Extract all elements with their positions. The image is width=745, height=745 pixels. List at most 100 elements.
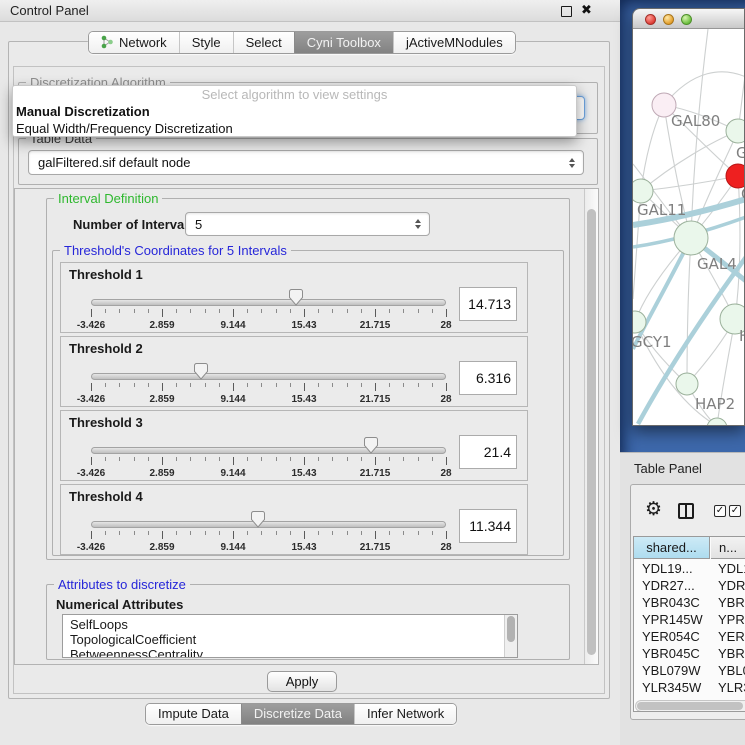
threshold-4-slider[interactable]: -3.4262.8599.14415.4321.71528 <box>91 509 446 555</box>
table-row[interactable]: YDL19...YDL1 <box>634 560 745 577</box>
network-node[interactable] <box>674 221 708 255</box>
tick-label: 2.859 <box>149 394 174 405</box>
slider-tick-labels: -3.4262.8599.14415.4321.71528 <box>91 542 446 553</box>
control-panel-titlebar: Control Panel ✖ <box>0 0 620 22</box>
apply-button[interactable]: Apply <box>267 671 337 692</box>
tab-jactivemnodules[interactable]: jActiveMNodules <box>393 32 515 53</box>
control-panel-title: Control Panel <box>10 3 89 18</box>
threshold-4-panel: Threshold 4 -3.4262.8599.14415.4321.7152… <box>60 484 528 555</box>
tick-label: 15.43 <box>291 468 316 479</box>
algorithm-option-equal-width[interactable]: Equal Width/Frequency Discretization <box>13 120 576 137</box>
checkbox-icon[interactable]: ✓ <box>714 505 726 517</box>
table-data-selected-value: galFiltered.sif default node <box>38 151 190 174</box>
tick-label: 9.144 <box>220 468 245 479</box>
threshold-4-value-field[interactable]: 11.344 <box>459 509 517 543</box>
tick-label: 21.715 <box>360 468 391 479</box>
slider-ticks <box>91 383 446 392</box>
slider-knob[interactable] <box>250 510 266 528</box>
threshold-1-value-field[interactable]: 14.713 <box>459 287 517 321</box>
checkbox-icon[interactable]: ✓ <box>729 505 741 517</box>
columns-icon[interactable] <box>678 503 694 519</box>
network-node[interactable] <box>633 179 653 203</box>
zoom-traffic-light-icon[interactable] <box>681 14 692 25</box>
table-horizontal-scrollbar[interactable] <box>635 700 745 712</box>
table-row[interactable]: YPR145WYPR1 <box>634 611 745 628</box>
table-row[interactable]: YBR043CYBR0 <box>634 594 745 611</box>
threshold-2-label: Threshold 2 <box>69 341 143 356</box>
tab-discretize-data[interactable]: Discretize Data <box>241 704 354 724</box>
tab-select[interactable]: Select <box>233 32 294 53</box>
interval-definition-title: Interval Definition <box>54 191 162 206</box>
threshold-3-slider[interactable]: -3.4262.8599.14415.4321.71528 <box>91 435 446 481</box>
slider-knob[interactable] <box>363 436 379 454</box>
scrollbar-thumb[interactable] <box>507 616 515 642</box>
column-header-shared-name[interactable]: shared... <box>634 537 710 559</box>
scrollbar-thumb[interactable] <box>637 702 743 710</box>
tab-style[interactable]: Style <box>179 32 233 53</box>
algorithm-option-manual[interactable]: Manual Discretization <box>13 103 576 120</box>
network-node[interactable] <box>726 119 745 143</box>
table-row[interactable]: YER054CYER0 <box>634 628 745 645</box>
float-window-icon[interactable] <box>561 6 572 17</box>
tick-label: 21.715 <box>360 542 391 553</box>
threshold-2-value-field[interactable]: 6.316 <box>459 361 517 395</box>
tick-label: -3.426 <box>77 320 105 331</box>
scrollbar-thumb[interactable] <box>587 209 596 655</box>
node-label: HAP2 <box>695 395 735 413</box>
network-canvas[interactable]: GAL80GACGAL11GAL4GCY1HHAP2 <box>633 29 745 426</box>
column-header-name[interactable]: n... <box>711 537 745 559</box>
attribute-item[interactable]: TopologicalCoefficient <box>63 632 503 647</box>
attribute-item[interactable]: BetweennessCentrality <box>63 647 503 658</box>
table-data-combobox[interactable]: galFiltered.sif default node <box>28 150 584 175</box>
slider-track[interactable] <box>91 447 446 454</box>
node-label: C <box>741 185 745 203</box>
settings-vertical-scrollbar[interactable] <box>584 189 598 664</box>
network-window-titlebar <box>633 9 744 29</box>
node-label: GA <box>736 144 745 162</box>
tick-label: 21.715 <box>360 394 391 405</box>
tick-label: 2.859 <box>149 468 174 479</box>
number-of-intervals-combobox[interactable]: 5 <box>185 212 430 236</box>
slider-ticks <box>91 309 446 318</box>
numerical-attributes-list[interactable]: SelfLoopsTopologicalCoefficientBetweenne… <box>62 614 518 658</box>
slider-track[interactable] <box>91 299 446 306</box>
threshold-1-slider[interactable]: -3.4262.8599.14415.4321.71528 <box>91 287 446 333</box>
table-row[interactable]: YBL079WYBL0 <box>634 662 745 679</box>
tab-network[interactable]: Network <box>89 32 179 53</box>
list-scrollbar[interactable] <box>504 615 517 657</box>
node-label: GAL4 <box>697 255 737 273</box>
node-label: GAL80 <box>671 112 720 130</box>
tick-label: 15.43 <box>291 394 316 405</box>
table-row[interactable]: YDR27...YDR2 <box>634 577 745 594</box>
combo-stepper-icon <box>569 158 575 168</box>
network-icon <box>101 35 114 50</box>
control-panel-tabs: Network Style Select Cyni Toolbox jActiv… <box>88 31 516 54</box>
tick-label: 2.859 <box>149 320 174 331</box>
tab-impute-data[interactable]: Impute Data <box>146 704 241 724</box>
slider-knob[interactable] <box>288 288 304 306</box>
tick-label: 28 <box>440 320 451 331</box>
minimize-traffic-light-icon[interactable] <box>663 14 674 25</box>
tick-label: -3.426 <box>77 394 105 405</box>
tab-infer-network[interactable]: Infer Network <box>354 704 456 724</box>
number-of-intervals-value: 5 <box>195 213 202 236</box>
close-icon[interactable]: ✖ <box>581 2 592 18</box>
close-traffic-light-icon[interactable] <box>645 14 656 25</box>
tab-cyni-toolbox[interactable]: Cyni Toolbox <box>294 32 393 53</box>
slider-knob[interactable] <box>193 362 209 380</box>
slider-track[interactable] <box>91 373 446 380</box>
threshold-3-value-field[interactable]: 21.4 <box>459 435 517 469</box>
numerical-attributes-label: Numerical Attributes <box>56 597 183 612</box>
table-rows: YDL19...YDL1YDR27...YDR2YBR043CYBR0YPR14… <box>634 560 745 712</box>
slider-ticks <box>91 531 446 540</box>
slider-track[interactable] <box>91 521 446 528</box>
table-row[interactable]: YBR045CYBR0 <box>634 645 745 662</box>
attribute-item[interactable]: SelfLoops <box>63 617 503 632</box>
network-node[interactable] <box>676 373 698 395</box>
tick-label: 21.715 <box>360 320 391 331</box>
tick-label: 2.859 <box>149 542 174 553</box>
gear-icon[interactable]: ⚙ <box>645 498 662 520</box>
slider-tick-labels: -3.4262.8599.14415.4321.71528 <box>91 468 446 479</box>
table-row[interactable]: YLR345WYLR3 <box>634 679 745 696</box>
threshold-2-slider[interactable]: -3.4262.8599.14415.4321.71528 <box>91 361 446 407</box>
